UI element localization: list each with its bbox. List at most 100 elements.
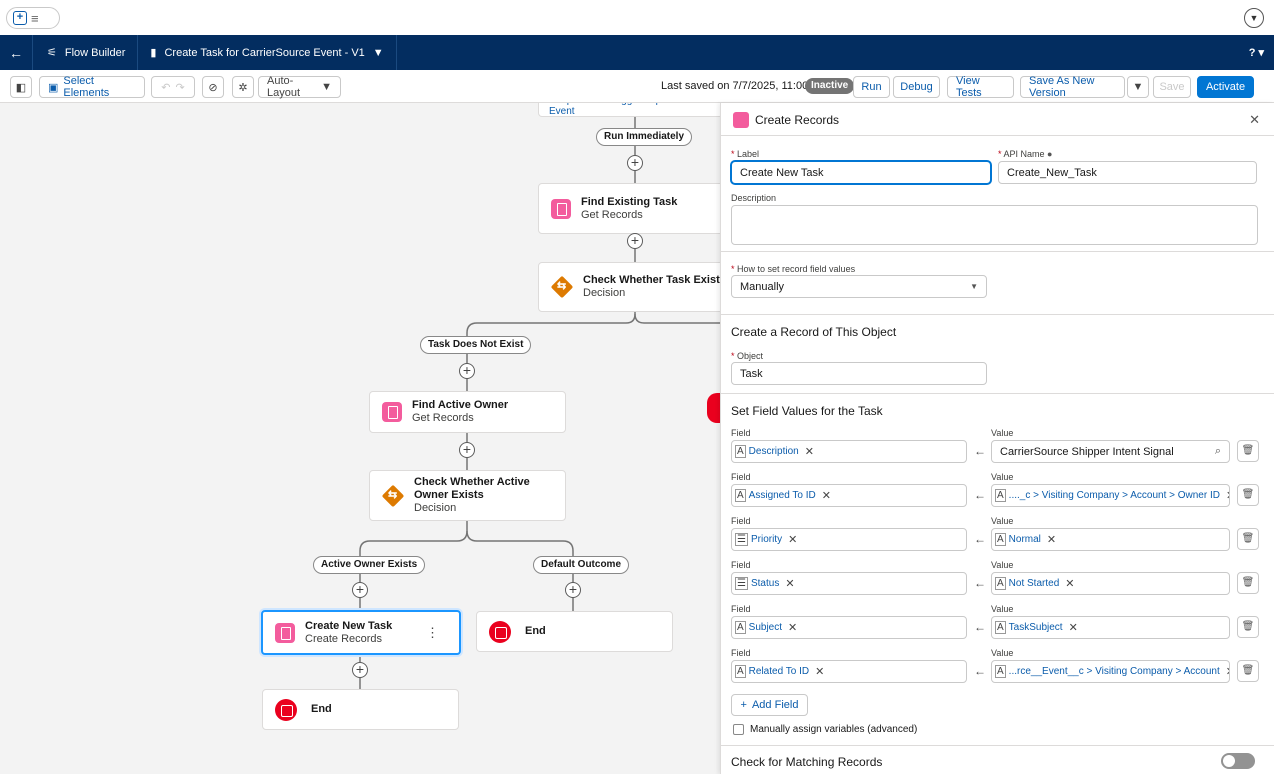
layout-select[interactable]: Auto-Layout ▼ (258, 75, 341, 99)
remove-icon[interactable]: ✕ (1069, 621, 1078, 634)
run-button[interactable]: Run (853, 76, 890, 98)
block-button[interactable]: ⊘ (202, 76, 224, 98)
how-to-set-select[interactable]: Manually ▼ (731, 275, 987, 298)
node-end-default[interactable]: End (476, 611, 673, 652)
remove-icon[interactable]: ✕ (815, 665, 824, 678)
add-element-icon[interactable]: + (352, 662, 368, 678)
delete-row-icon[interactable]: 🗑 (1237, 440, 1259, 462)
checkbox-icon[interactable] (733, 724, 744, 735)
manual-assign-checkbox[interactable]: Manually assign variables (advanced) (733, 724, 917, 735)
value-input[interactable]: CarrierSource Shipper Intent Signal ⌕ (991, 440, 1230, 463)
node-check-task-exists[interactable]: Check Whether Task ExistsDecision (538, 262, 720, 312)
node-find-active-owner[interactable]: Find Active Owner Get Records (369, 391, 566, 433)
save-as-new-version-button[interactable]: Save As New Version (1020, 75, 1125, 99)
value-input[interactable]: A ...rce__Event__c > Visiting Company > A… (991, 660, 1230, 683)
delete-row-icon[interactable]: 🗑 (1237, 616, 1259, 638)
object-input[interactable]: Task (731, 362, 987, 385)
field-input[interactable]: A Description ✕ (731, 440, 967, 463)
remove-icon[interactable]: ✕ (822, 489, 831, 502)
label-input[interactable]: Create New Task (731, 161, 991, 184)
add-element-icon[interactable]: + (627, 233, 643, 249)
field-input[interactable]: ☰ Priority ✕ (731, 528, 967, 551)
api-name-input[interactable]: Create_New_Task (998, 161, 1257, 184)
value-chip[interactable]: A Not Started ✕ (995, 577, 1074, 590)
chevron-down-icon[interactable]: ▼ (373, 47, 384, 59)
value-input[interactable]: A TaskSubject ✕ (991, 616, 1230, 639)
create-records-icon (275, 622, 295, 643)
add-field-button[interactable]: + Add Field (731, 694, 808, 716)
panel-icon: ◧ (15, 81, 27, 94)
value-chip[interactable]: A ...rce__Event__c > Visiting Company > A… (995, 665, 1229, 678)
field-input[interactable]: A Subject ✕ (731, 616, 967, 639)
save-menu-button[interactable]: ▼ (1127, 76, 1149, 98)
help-menu[interactable]: ? ▾ (1249, 46, 1264, 59)
toggle-panel-button[interactable]: ◧ (10, 76, 32, 98)
activate-button[interactable]: Activate (1197, 76, 1254, 98)
delete-row-icon[interactable]: 🗑 (1237, 484, 1259, 506)
app-launcher-button[interactable]: + ≡ (6, 7, 60, 29)
start-node[interactable]: ⧉ Open Flow Trigger Explorer for Event (538, 103, 720, 117)
value-input[interactable]: A ...._c > Visiting Company > Account > O… (991, 484, 1230, 507)
remove-icon[interactable]: ✕ (1226, 489, 1229, 502)
remove-icon[interactable]: ✕ (788, 533, 797, 546)
trigger-explorer-link[interactable]: ⧉ Open Flow Trigger Explorer for Event (549, 103, 720, 117)
value-chip[interactable]: A TaskSubject ✕ (995, 621, 1078, 634)
add-element-icon[interactable]: + (352, 582, 368, 598)
remove-icon[interactable]: ✕ (785, 577, 794, 590)
outcome-pill-default[interactable]: Default Outcome (533, 556, 630, 574)
text-type-icon: A (735, 445, 746, 458)
remove-icon[interactable]: ✕ (788, 621, 797, 634)
value-chip[interactable]: A Normal ✕ (995, 533, 1056, 546)
add-icon: + (740, 699, 747, 711)
undo-redo-group[interactable]: ↶ ↷ (151, 76, 195, 98)
node-end[interactable]: End (262, 689, 459, 730)
add-element-icon[interactable]: + (459, 363, 475, 379)
redo-icon[interactable]: ↷ (176, 81, 185, 94)
select-elements-button[interactable]: ▣ Select Elements (39, 75, 145, 99)
decision-icon (382, 485, 404, 507)
field-chip[interactable]: ☰ Status ✕ (735, 577, 795, 590)
node-create-new-task[interactable]: Create New Task Create Records ⋮ (261, 610, 461, 655)
delete-row-icon[interactable]: 🗑 (1237, 660, 1259, 682)
field-input[interactable]: A Related To ID ✕ (731, 660, 967, 683)
end-node-partial[interactable] (707, 393, 720, 423)
global-header: + ≡ ▼ (0, 0, 1274, 35)
add-element-icon[interactable]: + (565, 582, 581, 598)
delete-row-icon[interactable]: 🗑 (1237, 572, 1259, 594)
remove-icon[interactable]: ✕ (1065, 577, 1074, 590)
field-chip[interactable]: A Related To ID ✕ (735, 665, 824, 678)
back-arrow-icon[interactable]: ← (0, 45, 32, 61)
add-element-icon[interactable]: + (459, 442, 475, 458)
outcome-pill-active-owner-exists[interactable]: Active Owner Exists (313, 556, 426, 574)
flow-canvas[interactable]: ⧉ Open Flow Trigger Explorer for Event R… (0, 103, 720, 774)
node-check-active-owner[interactable]: Check Whether Active Owner ExistsDecisio… (369, 470, 566, 521)
add-element-icon[interactable]: + (627, 155, 643, 171)
value-input[interactable]: A Not Started ✕ (991, 572, 1230, 595)
undo-icon[interactable]: ↶ (161, 81, 170, 94)
field-chip[interactable]: A Assigned To ID ✕ (735, 489, 831, 502)
settings-button[interactable]: ✲ (232, 76, 254, 98)
field-chip[interactable]: ☰ Priority ✕ (735, 533, 797, 546)
flow-tab[interactable]: ▮ Create Task for CarrierSource Event - V… (138, 35, 395, 70)
view-tests-button[interactable]: View Tests (947, 75, 1014, 99)
value-input[interactable]: A Normal ✕ (991, 528, 1230, 551)
description-textarea[interactable] (731, 205, 1258, 245)
matching-toggle[interactable] (1221, 753, 1255, 769)
value-chip[interactable]: A ...._c > Visiting Company > Account > O… (995, 489, 1229, 502)
save-button[interactable]: Save (1153, 76, 1191, 98)
field-chip[interactable]: A Subject ✕ (735, 621, 797, 634)
more-actions-icon[interactable]: ⋮ (426, 625, 439, 641)
field-input[interactable]: A Assigned To ID ✕ (731, 484, 967, 507)
delete-row-icon[interactable]: 🗑 (1237, 528, 1259, 550)
outcome-pill-task-does-not-exist[interactable]: Task Does Not Exist (420, 336, 532, 354)
field-input[interactable]: ☰ Status ✕ (731, 572, 967, 595)
chevron-down-icon[interactable]: ▼ (1244, 8, 1264, 28)
run-immediately-pill[interactable]: Run Immediately (596, 128, 693, 146)
debug-button[interactable]: Debug (893, 76, 940, 98)
field-chip[interactable]: A Description ✕ (735, 445, 814, 458)
remove-icon[interactable]: ✕ (805, 445, 814, 458)
remove-icon[interactable]: ✕ (1047, 533, 1056, 546)
remove-icon[interactable]: ✕ (1226, 665, 1229, 678)
close-icon[interactable]: ✕ (1249, 112, 1260, 128)
node-find-existing-task[interactable]: Find Existing Task Get Records (538, 183, 720, 234)
